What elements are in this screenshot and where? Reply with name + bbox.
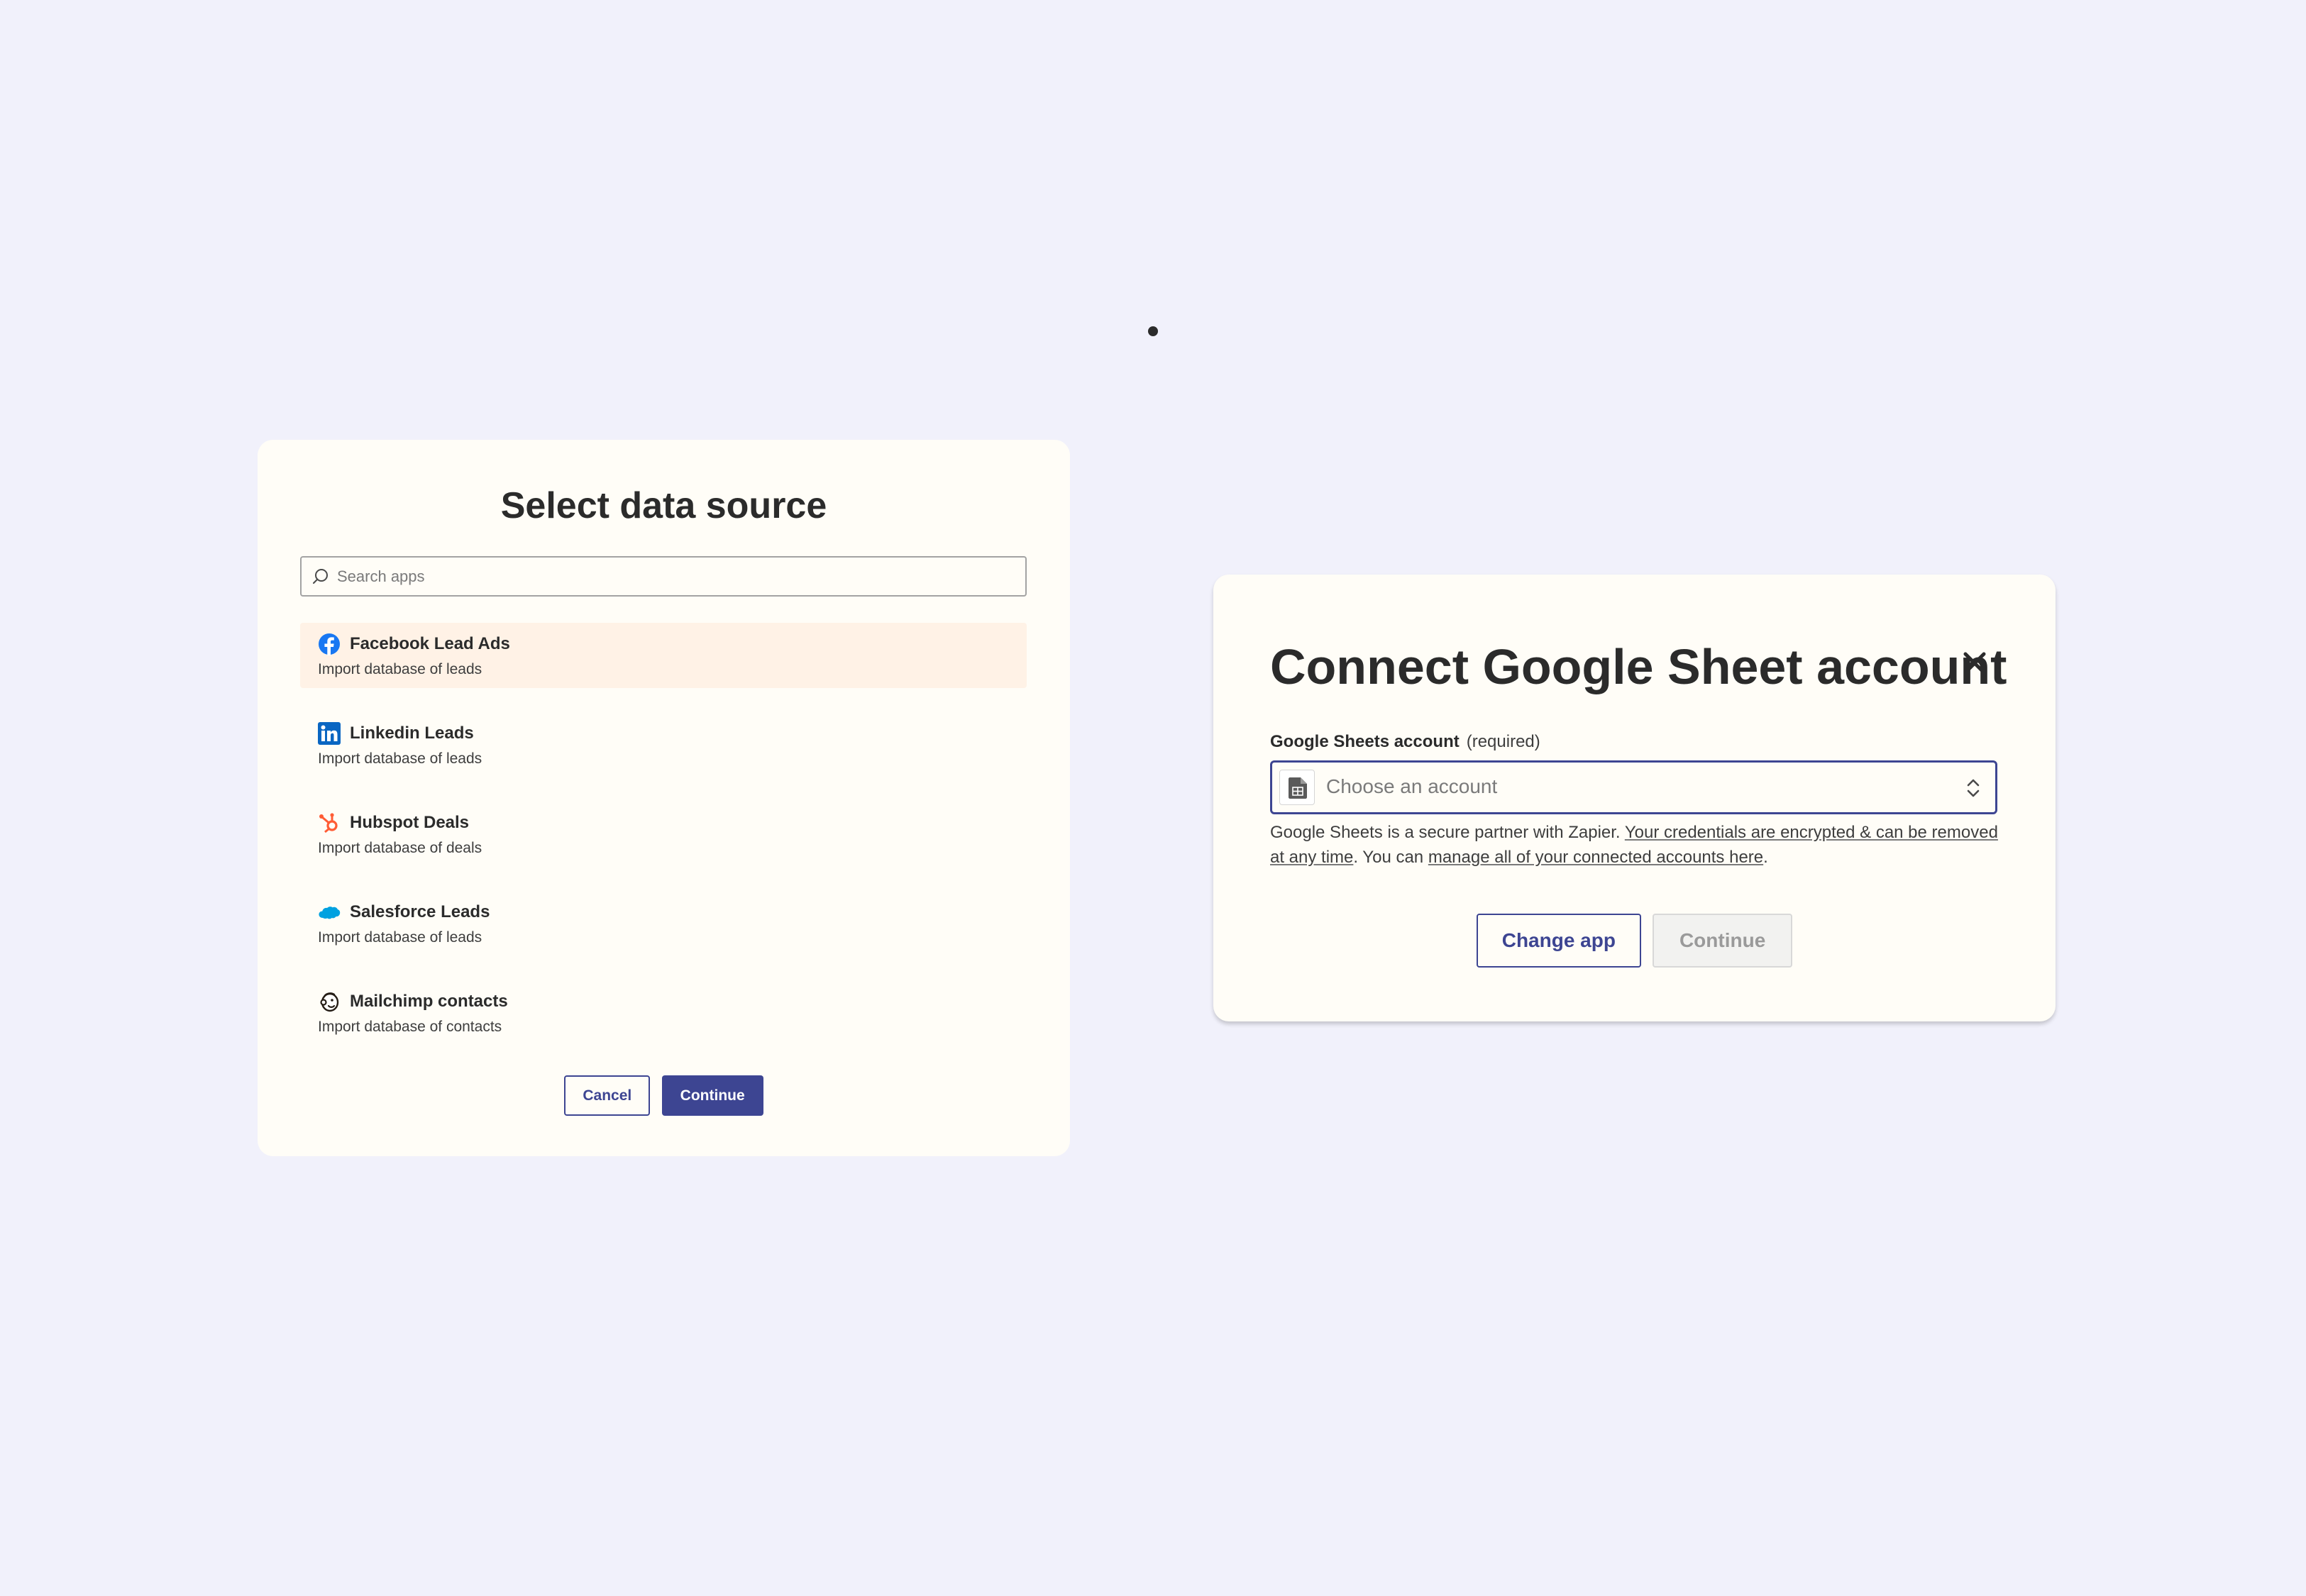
dialog-title: Connect Google Sheet account (1270, 639, 2007, 694)
select-source-actions: Cancel Continue (258, 1075, 1070, 1116)
source-item-salesforce-leads[interactable]: Salesforce Leads Import database of lead… (300, 891, 1027, 956)
source-name: Salesforce Leads (350, 902, 490, 921)
source-item-hubspot-deals[interactable]: Hubspot Deals Import database of deals (300, 802, 1027, 867)
select-source-title: Select data source (500, 485, 827, 526)
continue-button[interactable]: Continue (661, 1075, 763, 1116)
search-icon (313, 569, 328, 584)
cursor-dot (1148, 326, 1158, 336)
source-description: Import database of deals (318, 840, 482, 856)
source-item-mailchimp-contacts[interactable]: Mailchimp contacts Import database of co… (300, 980, 1027, 1046)
select-placeholder: Choose an account (1326, 775, 1498, 797)
source-name: Facebook Lead Ads (350, 634, 510, 653)
facebook-icon (319, 633, 340, 655)
source-item-facebook-lead-ads[interactable]: Facebook Lead Ads Import database of lea… (300, 623, 1027, 688)
mailchimp-icon (320, 992, 339, 1012)
source-description: Import database of contacts (318, 1019, 502, 1035)
source-item-linkedin-leads[interactable]: Linkedin Leads Import database of leads (300, 712, 1027, 777)
source-name: Mailchimp contacts (350, 992, 508, 1011)
source-description: Import database of leads (318, 750, 482, 767)
source-name: Hubspot Deals (350, 813, 470, 832)
manage-accounts-link[interactable]: manage all of your connected accounts he… (1428, 848, 1763, 867)
continue-button-disabled[interactable]: Continue (1652, 914, 1793, 968)
source-list: Facebook Lead Ads Import database of lea… (300, 623, 1027, 1070)
source-description: Import database of leads (318, 929, 482, 946)
linkedin-icon (318, 722, 341, 745)
required-label: (required) (1466, 732, 1540, 751)
hubspot-icon (319, 813, 338, 833)
dialog-actions: Change app Continue (1213, 914, 2056, 968)
connect-account-dialog: Connect Google Sheet account Google Shee… (1213, 575, 2056, 1021)
field-label-text: Google Sheets account (1270, 732, 1460, 751)
close-icon[interactable] (1957, 645, 1992, 681)
account-field-label: Google Sheets account (required) (1270, 732, 1540, 752)
source-name: Linkedin Leads (350, 724, 474, 743)
select-data-source-card: Select data source Facebook Lead Ads Imp… (258, 440, 1070, 1156)
google-sheets-badge (1279, 770, 1315, 805)
account-select[interactable]: Choose an account (1270, 760, 1997, 814)
helper-text-part: Google Sheets is a secure partner with Z… (1270, 823, 1625, 842)
security-helper-text: Google Sheets is a secure partner with Z… (1270, 820, 2001, 870)
change-app-button[interactable]: Change app (1476, 914, 1641, 968)
source-description: Import database of leads (318, 661, 482, 677)
search-apps-box[interactable] (300, 556, 1027, 597)
cancel-button[interactable]: Cancel (564, 1075, 651, 1116)
salesforce-icon (319, 907, 341, 919)
chevron-updown-icon (1967, 779, 1980, 797)
helper-text-part: . You can (1353, 848, 1428, 867)
search-apps-input[interactable] (337, 558, 1018, 595)
helper-text-part: . (1763, 848, 1768, 867)
google-sheets-icon (1289, 777, 1307, 799)
